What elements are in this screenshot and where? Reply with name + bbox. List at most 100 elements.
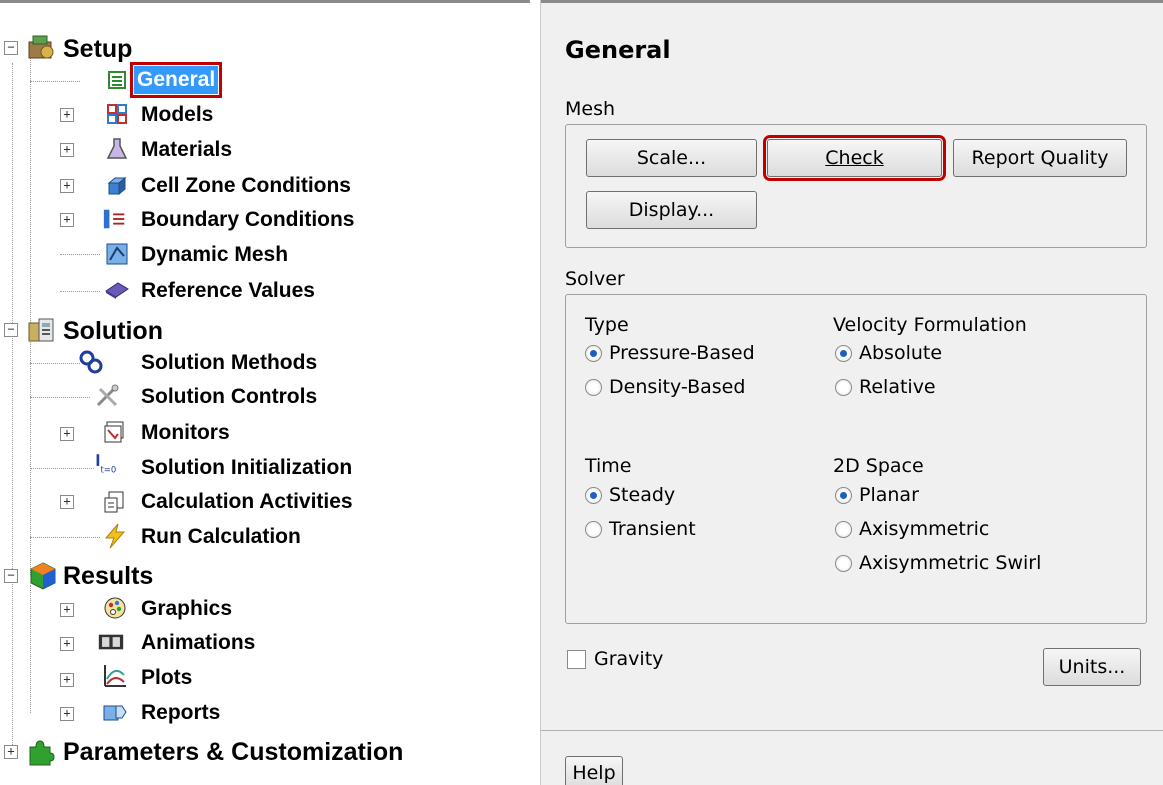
svg-text:t=0: t=0 [101,464,117,474]
expand-monitors-toggle[interactable]: + [60,427,74,441]
planar-label: Planar [859,484,919,506]
book-icon [104,277,130,303]
tree-connector [30,363,80,364]
tree-item-materials[interactable]: Materials [138,135,235,165]
tree-connector [12,63,13,753]
outline-tree: − Setup General + Models + Materials + C… [0,0,530,785]
tree-item-parameters-customization[interactable]: Parameters & Customization [60,737,406,767]
radio-indicator [835,344,852,362]
tree-item-solution-methods[interactable]: Solution Methods [138,348,320,378]
tree-item-setup[interactable]: Setup [60,34,135,64]
absolute-radio[interactable]: Absolute [835,342,942,364]
pressure-based-radio[interactable]: Pressure-Based [585,342,755,364]
axisymmetric-swirl-radio[interactable]: Axisymmetric Swirl [835,552,1041,574]
axisymmetric-label: Axisymmetric [859,518,990,540]
time-label: Time [585,455,632,477]
setup-collapse-toggle[interactable]: − [4,41,18,55]
transient-label: Transient [609,518,696,540]
solution-collapse-toggle[interactable]: − [4,323,18,337]
tree-connector [60,291,100,292]
methods-icon [78,349,104,375]
expand-animations-toggle[interactable]: + [60,637,74,651]
tree-item-plots[interactable]: Plots [138,663,195,693]
dynamic-mesh-icon [104,241,130,267]
results-collapse-toggle[interactable]: − [4,569,18,583]
report-icon [102,699,128,725]
activities-icon [102,489,128,515]
tree-item-animations[interactable]: Animations [138,628,258,658]
tree-item-general[interactable]: General [129,62,223,98]
tree-item-calculation-activities[interactable]: Calculation Activities [138,487,356,517]
tree-item-graphics[interactable]: Graphics [138,594,235,624]
tree-item-solution-controls[interactable]: Solution Controls [138,382,320,412]
tree-connector [30,537,100,538]
palette-icon [102,595,128,621]
tree-item-results[interactable]: Results [60,561,156,591]
expand-calculation-activities-toggle[interactable]: + [60,495,74,509]
check-button[interactable]: Check [763,135,946,181]
plot-icon [102,663,128,689]
tree-item-solution-initialization[interactable]: Solution Initialization [138,453,355,483]
gravity-label: Gravity [594,648,664,670]
expand-graphics-toggle[interactable]: + [60,603,74,617]
expand-materials-toggle[interactable]: + [60,143,74,157]
tree-item-monitors[interactable]: Monitors [138,418,233,448]
tree-connector [30,585,31,713]
tree-item-run-calculation[interactable]: Run Calculation [138,522,304,552]
tools-icon [94,383,120,409]
steady-label: Steady [609,484,676,506]
tree-item-reference-values[interactable]: Reference Values [138,276,318,306]
report-quality-button[interactable]: Report Quality [953,139,1127,177]
expand-boundary-toggle[interactable]: + [60,213,74,227]
radio-indicator [835,554,852,572]
axisymmetric-radio[interactable]: Axisymmetric [835,518,989,540]
cube-icon [104,173,130,199]
expand-models-toggle[interactable]: + [60,108,74,122]
expand-plots-toggle[interactable]: + [60,673,74,687]
help-button[interactable]: Help [565,756,623,785]
scale-button[interactable]: Scale... [586,139,757,177]
scale-button-label: Scale... [636,147,707,169]
panel-title: General [565,36,671,64]
results-icon [26,559,60,593]
expand-parameters-toggle[interactable]: + [4,745,18,759]
2d-space-label: 2D Space [833,455,924,477]
absolute-label: Absolute [859,342,943,364]
steady-radio[interactable]: Steady [585,484,675,506]
display-button[interactable]: Display... [586,191,757,229]
type-label: Type [585,314,629,336]
tree-item-boundary-conditions[interactable]: Boundary Conditions [138,205,358,235]
radio-indicator [585,378,602,396]
general-icon [104,67,130,93]
expand-cell-zone-toggle[interactable]: + [60,179,74,193]
panel-top-border [541,0,1163,3]
tree-item-models[interactable]: Models [138,100,216,130]
tree-item-dynamic-mesh[interactable]: Dynamic Mesh [138,240,291,270]
density-based-label: Density-Based [609,376,746,398]
boundary-icon [102,206,128,232]
transient-radio[interactable]: Transient [585,518,696,540]
solution-icon [24,314,58,348]
units-button[interactable]: Units... [1043,648,1141,686]
density-based-radio[interactable]: Density-Based [585,376,745,398]
task-panel: General Mesh Scale... Check Report Quali… [540,0,1163,785]
expand-reports-toggle[interactable]: + [60,707,74,721]
tree-item-reports[interactable]: Reports [138,698,223,728]
tree-connector [30,397,90,398]
axisymmetric-swirl-label: Axisymmetric Swirl [859,552,1042,574]
help-button-label: Help [572,762,616,784]
check-button-label: Check [825,147,884,169]
init-icon: t=0 [94,451,120,477]
puzzle-icon [24,735,58,769]
film-icon [98,629,124,655]
planar-radio[interactable]: Planar [835,484,919,506]
gravity-checkbox[interactable]: Gravity [567,648,663,670]
solver-section-label: Solver [565,268,625,290]
tree-item-cell-zone-conditions[interactable]: Cell Zone Conditions [138,171,354,201]
relative-radio[interactable]: Relative [835,376,936,398]
lightning-icon [102,523,128,549]
mesh-section-label: Mesh [565,98,616,120]
tree-item-solution[interactable]: Solution [60,316,166,346]
radio-indicator [585,520,602,538]
relative-label: Relative [859,376,936,398]
